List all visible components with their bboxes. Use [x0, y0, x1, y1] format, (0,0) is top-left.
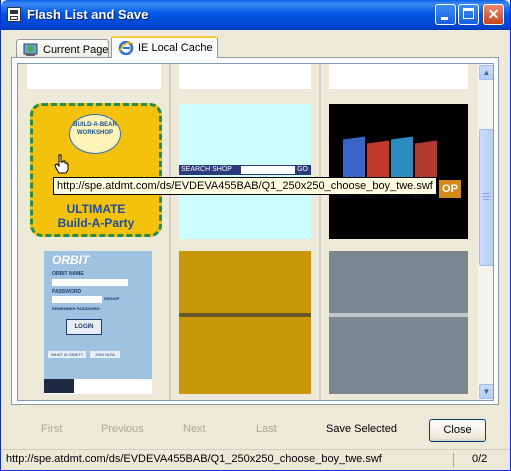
thumbnail-cell[interactable] [170, 64, 320, 98]
thumbnail-buildabear: BUILD-A-BEAR WORKSHOP ULTIMATE Build-A-P… [30, 103, 162, 237]
buildabear-headline: ULTIMATE [66, 202, 126, 216]
next-button[interactable]: Next [183, 423, 206, 435]
orbit-signup: SIGNUP [104, 296, 120, 301]
searchshop-go: GO [297, 166, 308, 173]
buildabear-subline: Build-A-Party [57, 216, 135, 230]
orbit-password-input [52, 296, 102, 303]
vertical-scrollbar[interactable]: ▲ ▼ [477, 64, 493, 400]
scroll-up-button[interactable]: ▲ [479, 65, 493, 80]
tab-current-page[interactable]: Current Page [16, 39, 109, 57]
banner-stripe [329, 313, 468, 317]
column-divider [169, 64, 171, 400]
hand-cursor-icon [54, 154, 69, 174]
banner-stripe [179, 313, 311, 317]
thumbnail-grid: BUILD-A-BEAR WORKSHOP ULTIMATE Build-A-P… [18, 64, 477, 400]
thumbnail-orbit: ORBIT ORBIT NAME PASSWORD SIGNUP REMEMBE… [44, 251, 152, 394]
orbit-footer-shape [44, 379, 74, 393]
thumbnail-cell[interactable]: OP [320, 98, 477, 245]
thumbnail-grey-banner [329, 251, 468, 394]
thumbnail-cell[interactable]: SEARCH SHOP GO [170, 98, 320, 245]
column-divider [319, 64, 321, 400]
window-title: Flash List and Save [27, 7, 149, 22]
orbit-logo: ORBIT [52, 253, 90, 267]
globe-icon [23, 43, 38, 56]
orbit-name-input [52, 279, 128, 286]
maximize-button[interactable] [458, 4, 479, 25]
thumbnail-image [27, 64, 161, 89]
status-divider [453, 453, 454, 467]
status-bar: http://spe.atdmt.com/ds/EVDEVA455BAB/Q1_… [1, 449, 510, 469]
url-tooltip: http://spe.atdmt.com/ds/EVDEVA455BAB/Q1_… [53, 177, 437, 195]
thumbnail-blocks: OP [329, 104, 468, 239]
thumbnail-searchshop: SEARCH SHOP GO [179, 104, 311, 239]
thumbnail-image [329, 64, 468, 89]
close-icon: ✕ [487, 6, 500, 22]
orbit-remember: REMEMBER PASSWORD [52, 306, 100, 311]
close-button[interactable]: Close [429, 419, 486, 442]
orbit-name-label: ORBIT NAME [52, 271, 84, 277]
status-url: http://spe.atdmt.com/ds/EVDEVA455BAB/Q1_… [6, 453, 382, 465]
close-window-button[interactable]: ✕ [483, 4, 504, 25]
scroll-thumb[interactable] [479, 129, 493, 266]
first-button[interactable]: First [41, 423, 62, 435]
thumbnail-cell[interactable]: BUILD-A-BEAR WORKSHOP ULTIMATE Build-A-P… [18, 98, 170, 245]
minimize-button[interactable] [435, 4, 456, 25]
tab-ie-local-cache[interactable]: IE Local Cache [111, 36, 218, 58]
orbit-what-is: WHAT IS ORBIT? [48, 351, 86, 358]
thumbnail-image [179, 64, 311, 89]
floppy-disk-icon [7, 7, 21, 22]
ie-icon [118, 41, 134, 55]
blocks-letters: OP [439, 180, 461, 198]
buildabear-logo: BUILD-A-BEAR WORKSHOP [69, 114, 121, 154]
tab-label: Current Page [43, 44, 109, 56]
orbit-password-label: PASSWORD [52, 289, 82, 295]
thumbnail-cell[interactable] [170, 245, 320, 400]
thumbnail-gold-banner [179, 251, 311, 394]
orbit-join: JOIN NOW [90, 351, 120, 358]
scroll-down-button[interactable]: ▼ [479, 384, 493, 399]
flash-list-window: Flash List and Save ✕ Current Page IE Lo… [0, 0, 511, 471]
status-page-count: 0/2 [472, 453, 488, 465]
last-button[interactable]: Last [256, 423, 277, 435]
tab-label: IE Local Cache [138, 42, 213, 54]
thumbnail-cell[interactable]: ORBIT ORBIT NAME PASSWORD SIGNUP REMEMBE… [18, 245, 170, 400]
thumbnail-cell[interactable] [320, 64, 477, 98]
save-selected-button[interactable]: Save Selected [326, 423, 397, 435]
searchshop-bar: SEARCH SHOP GO [179, 165, 311, 175]
title-bar[interactable]: Flash List and Save ✕ [1, 0, 510, 30]
orbit-login: LOGIN [66, 319, 102, 335]
thumbnail-cell[interactable] [320, 245, 477, 400]
thumbnail-list[interactable]: BUILD-A-BEAR WORKSHOP ULTIMATE Build-A-P… [17, 63, 494, 401]
thumbnail-cell[interactable] [18, 64, 170, 98]
searchshop-label: SEARCH SHOP [181, 166, 232, 173]
searchshop-input [241, 166, 295, 174]
previous-button[interactable]: Previous [101, 423, 144, 435]
